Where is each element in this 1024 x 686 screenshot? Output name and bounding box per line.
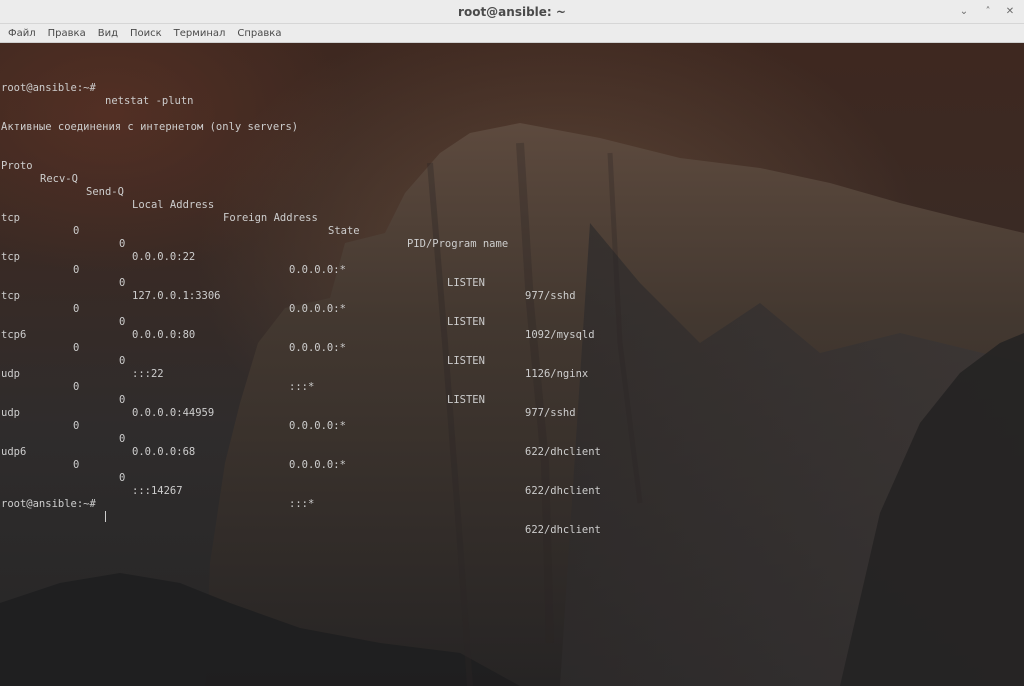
- header-state: State: [328, 225, 360, 237]
- cell-foreign: 0.0.0.0:*: [289, 420, 346, 432]
- cell-pid: 977/sshd: [525, 290, 576, 302]
- cell-pid: 622/dhclient: [525, 524, 601, 536]
- cell-foreign: :::*: [289, 381, 315, 393]
- cell-pid: 1126/nginx: [525, 368, 589, 380]
- cell-foreign: 0.0.0.0:*: [289, 459, 346, 471]
- cell-foreign: :::*: [289, 498, 315, 510]
- cell-proto: tcp: [1, 251, 20, 263]
- header-proto: Proto: [1, 160, 33, 172]
- table-row: udp 0 0 0.0.0.0:44959 0.0.0.0:* 622/dhcl…: [1, 355, 1021, 458]
- cell-recvq: 0: [73, 264, 80, 276]
- cell-recvq: 0: [73, 420, 80, 432]
- cell-pid: 622/dhclient: [525, 446, 601, 458]
- header-row: Proto Recv-Q Send-Q Local Address Foreig…: [1, 147, 1021, 250]
- menu-file[interactable]: Файл: [2, 24, 42, 43]
- menu-help[interactable]: Справка: [231, 24, 287, 43]
- header-foreign: Foreign Address: [223, 212, 318, 224]
- cell-proto: udp: [1, 368, 20, 380]
- title-bar[interactable]: root@ansible: ~ ⌄ ˄ ✕: [0, 0, 1024, 24]
- table-row: udp6 0 0 :::14267 :::* 622/dhclient: [1, 433, 1021, 536]
- cell-proto: tcp: [1, 290, 20, 302]
- menu-search[interactable]: Поиск: [124, 24, 168, 43]
- prompt: root@ansible:~#: [1, 82, 96, 94]
- cell-proto: tcp: [1, 212, 20, 224]
- window-title: root@ansible: ~: [458, 5, 566, 19]
- cell-recvq: 0: [73, 303, 80, 315]
- cell-proto: tcp6: [1, 329, 27, 341]
- header-recvq: Recv-Q: [40, 173, 78, 185]
- cell-recvq: 0: [73, 381, 80, 393]
- table-row: udp 0 0 0.0.0.0:68 0.0.0.0:* 622/dhclien…: [1, 394, 1021, 497]
- cell-recvq: 0: [73, 225, 80, 237]
- cell-pid: 977/sshd: [525, 407, 576, 419]
- cell-local: 0.0.0.0:44959: [132, 407, 215, 419]
- cell-local: 0.0.0.0:68: [132, 446, 196, 458]
- cell-foreign: 0.0.0.0:*: [289, 342, 346, 354]
- table-row: tcp 0 0 0.0.0.0:80 0.0.0.0:* LISTEN 1126…: [1, 277, 1021, 380]
- header-sendq: Send-Q: [86, 186, 124, 198]
- terminal-window: root@ansible: ~ ⌄ ˄ ✕ Файл Правка Вид По…: [0, 0, 1024, 686]
- final-prompt-line: root@ansible:~#: [1, 485, 1021, 522]
- info-line-row: Активные соединения с интернетом (only s…: [1, 108, 1021, 133]
- cell-proto: udp6: [1, 446, 27, 458]
- menu-view[interactable]: Вид: [92, 24, 124, 43]
- cell-sendq: 0: [119, 472, 126, 484]
- cell-foreign: 0.0.0.0:*: [289, 303, 346, 315]
- cell-pid: 1092/mysqld: [525, 329, 595, 341]
- cell-proto: udp: [1, 407, 20, 419]
- terminal-area[interactable]: root@ansible:~# netstat -plutn Активные …: [0, 43, 1024, 686]
- terminal-output: root@ansible:~# netstat -plutn Активные …: [1, 43, 1021, 536]
- cell-local: :::22: [132, 368, 164, 380]
- maximize-icon[interactable]: ˄: [980, 4, 996, 20]
- table-row: tcp6 0 0 :::22 :::* LISTEN 977/sshd: [1, 316, 1021, 419]
- menu-terminal[interactable]: Терминал: [168, 24, 232, 43]
- command-line: root@ansible:~# netstat -plutn: [1, 69, 1021, 107]
- info-line: Активные соединения с интернетом (only s…: [1, 121, 299, 133]
- cell-local: 0.0.0.0:80: [132, 329, 196, 341]
- cell-local: 127.0.0.1:3306: [132, 290, 221, 302]
- text-cursor[interactable]: [105, 511, 106, 524]
- close-icon[interactable]: ✕: [1002, 4, 1018, 20]
- final-prompt: root@ansible:~#: [1, 498, 96, 510]
- table-row: tcp 0 0 0.0.0.0:22 0.0.0.0:* LISTEN 977/…: [1, 199, 1021, 302]
- menu-edit[interactable]: Правка: [42, 24, 92, 43]
- cell-recvq: 0: [73, 342, 80, 354]
- table-row: tcp 0 0 127.0.0.1:3306 0.0.0.0:* LISTEN …: [1, 238, 1021, 341]
- cell-foreign: 0.0.0.0:*: [289, 264, 346, 276]
- cell-local: 0.0.0.0:22: [132, 251, 196, 263]
- minimize-icon[interactable]: ⌄: [956, 4, 972, 20]
- command-text: netstat -plutn: [105, 95, 194, 107]
- cell-recvq: 0: [73, 459, 80, 471]
- menu-bar: Файл Правка Вид Поиск Терминал Справка: [0, 24, 1024, 43]
